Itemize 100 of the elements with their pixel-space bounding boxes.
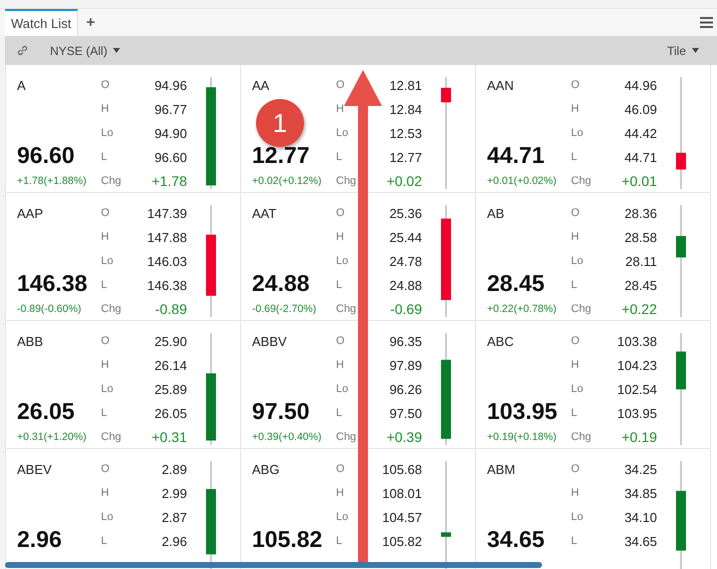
ticker-symbol: ABG bbox=[252, 462, 280, 476]
stat-label: L bbox=[101, 151, 108, 163]
price-change: -0.69(-2.70%) bbox=[252, 303, 318, 315]
ticker-symbol: ABEV bbox=[17, 462, 53, 476]
stat-label: O bbox=[336, 79, 346, 91]
stat-value: 108.01 bbox=[382, 486, 422, 500]
stat-value: 24.78 bbox=[389, 254, 422, 268]
stat-label: Lo bbox=[336, 383, 350, 395]
tab[interactable]: Watch List bbox=[5, 9, 78, 36]
stat-label: Chg bbox=[336, 303, 358, 315]
stat-value: 97.50 bbox=[389, 406, 422, 420]
stat-label: L bbox=[571, 535, 578, 547]
view-dropdown[interactable]: Tile bbox=[663, 44, 703, 58]
stat-label: Chg bbox=[336, 431, 358, 443]
ticker-symbol: ABM bbox=[487, 462, 516, 476]
stat-value: 104.57 bbox=[382, 510, 422, 524]
stat-value: 28.58 bbox=[624, 230, 657, 244]
price-change: -0.89(-0.60%) bbox=[17, 303, 82, 315]
price-change: +0.22(+0.78%) bbox=[487, 303, 558, 315]
stat-label: Lo bbox=[571, 127, 584, 139]
stat-label: O bbox=[336, 463, 346, 475]
stat-value: 146.38 bbox=[147, 278, 187, 292]
stat-value: 12.53 bbox=[389, 126, 422, 140]
candlestick-icon bbox=[440, 77, 452, 189]
last-price: 34.65 bbox=[487, 526, 546, 553]
price-change: +0.02(+0.12%) bbox=[252, 175, 322, 187]
stat-label: H bbox=[336, 103, 345, 115]
stat-label: L bbox=[336, 535, 344, 547]
candlestick-icon bbox=[205, 205, 217, 317]
stat-value: 44.42 bbox=[624, 126, 657, 140]
stat-label: H bbox=[101, 487, 110, 499]
change-value: +0.19 bbox=[622, 429, 657, 445]
stat-value: 34.25 bbox=[624, 462, 657, 476]
candlestick-icon bbox=[205, 333, 217, 445]
candlestick-icon bbox=[675, 333, 687, 445]
stat-value: 96.60 bbox=[154, 150, 187, 164]
stat-label: Lo bbox=[101, 511, 114, 523]
ticker-symbol: ABC bbox=[487, 334, 515, 348]
stat-value: 96.26 bbox=[389, 382, 422, 396]
stat-label: O bbox=[101, 463, 111, 475]
candlestick-icon bbox=[205, 461, 217, 569]
change-value: -0.89 bbox=[155, 301, 187, 317]
stat-label: O bbox=[571, 335, 581, 347]
stat-value: 44.71 bbox=[624, 150, 657, 164]
stat-label: H bbox=[336, 359, 345, 371]
stat-value: 28.11 bbox=[625, 254, 657, 268]
stat-label: Lo bbox=[101, 255, 114, 267]
stat-label: Lo bbox=[101, 383, 114, 395]
last-price: 26.05 bbox=[17, 398, 76, 425]
last-price: 24.88 bbox=[252, 270, 311, 297]
stat-value: 26.14 bbox=[154, 358, 187, 372]
stat-label: H bbox=[571, 103, 580, 115]
ticker-symbol: ABBV bbox=[252, 334, 288, 348]
last-price: 97.50 bbox=[252, 398, 311, 425]
stat-value: 25.90 bbox=[154, 334, 187, 348]
stat-label: Lo bbox=[336, 255, 350, 267]
stat-value: 46.09 bbox=[624, 102, 657, 116]
candlestick-icon bbox=[675, 77, 687, 189]
stat-label: H bbox=[336, 487, 345, 499]
menu-icon[interactable] bbox=[700, 17, 713, 28]
ticker-symbol: AAN bbox=[487, 78, 515, 92]
stat-value: 96.77 bbox=[154, 102, 187, 116]
stat-value: 105.68 bbox=[382, 462, 422, 476]
last-price: 96.60 bbox=[17, 142, 76, 169]
stat-value: 25.89 bbox=[154, 382, 187, 396]
horizontal-scrollbar[interactable] bbox=[5, 562, 542, 568]
stat-value: 2.99 bbox=[162, 486, 187, 500]
stat-label: L bbox=[101, 407, 108, 419]
last-price: 44.71 bbox=[487, 142, 546, 169]
last-price: 28.45 bbox=[487, 270, 546, 297]
stat-value: 2.89 bbox=[162, 462, 187, 476]
stat-value: 28.45 bbox=[624, 278, 657, 292]
stat-label: Lo bbox=[571, 511, 584, 523]
last-price: 105.82 bbox=[252, 526, 324, 553]
ticker-symbol: AAP bbox=[17, 206, 44, 220]
caret-icon bbox=[113, 48, 120, 53]
stat-label: L bbox=[336, 407, 344, 419]
stat-value: 147.88 bbox=[147, 230, 187, 244]
stat-value: 105.82 bbox=[382, 534, 422, 548]
stat-label: H bbox=[101, 359, 110, 371]
stat-label: O bbox=[101, 335, 111, 347]
stat-label: Chg bbox=[571, 303, 592, 315]
stat-value: 34.85 bbox=[624, 486, 657, 500]
change-value: +0.01 bbox=[622, 173, 657, 189]
stat-label: Lo bbox=[571, 255, 584, 267]
stat-label: L bbox=[571, 407, 578, 419]
stat-label: Lo bbox=[101, 127, 114, 139]
stat-label: L bbox=[571, 279, 578, 291]
stat-label: L bbox=[336, 279, 344, 291]
stat-label: Chg bbox=[101, 175, 122, 187]
change-value: +0.22 bbox=[622, 301, 657, 317]
stat-value: 97.89 bbox=[389, 358, 422, 372]
candlestick-icon bbox=[440, 205, 452, 317]
add-tab-button[interactable]: + bbox=[78, 9, 103, 36]
change-value: +0.31 bbox=[152, 429, 187, 445]
stat-value: 34.65 bbox=[624, 534, 657, 548]
exchange-dropdown[interactable]: NYSE (All) bbox=[46, 44, 124, 58]
price-change: +1.78(+1.88%) bbox=[17, 175, 88, 187]
stat-label: Lo bbox=[336, 511, 350, 523]
link-icon[interactable] bbox=[17, 45, 28, 56]
